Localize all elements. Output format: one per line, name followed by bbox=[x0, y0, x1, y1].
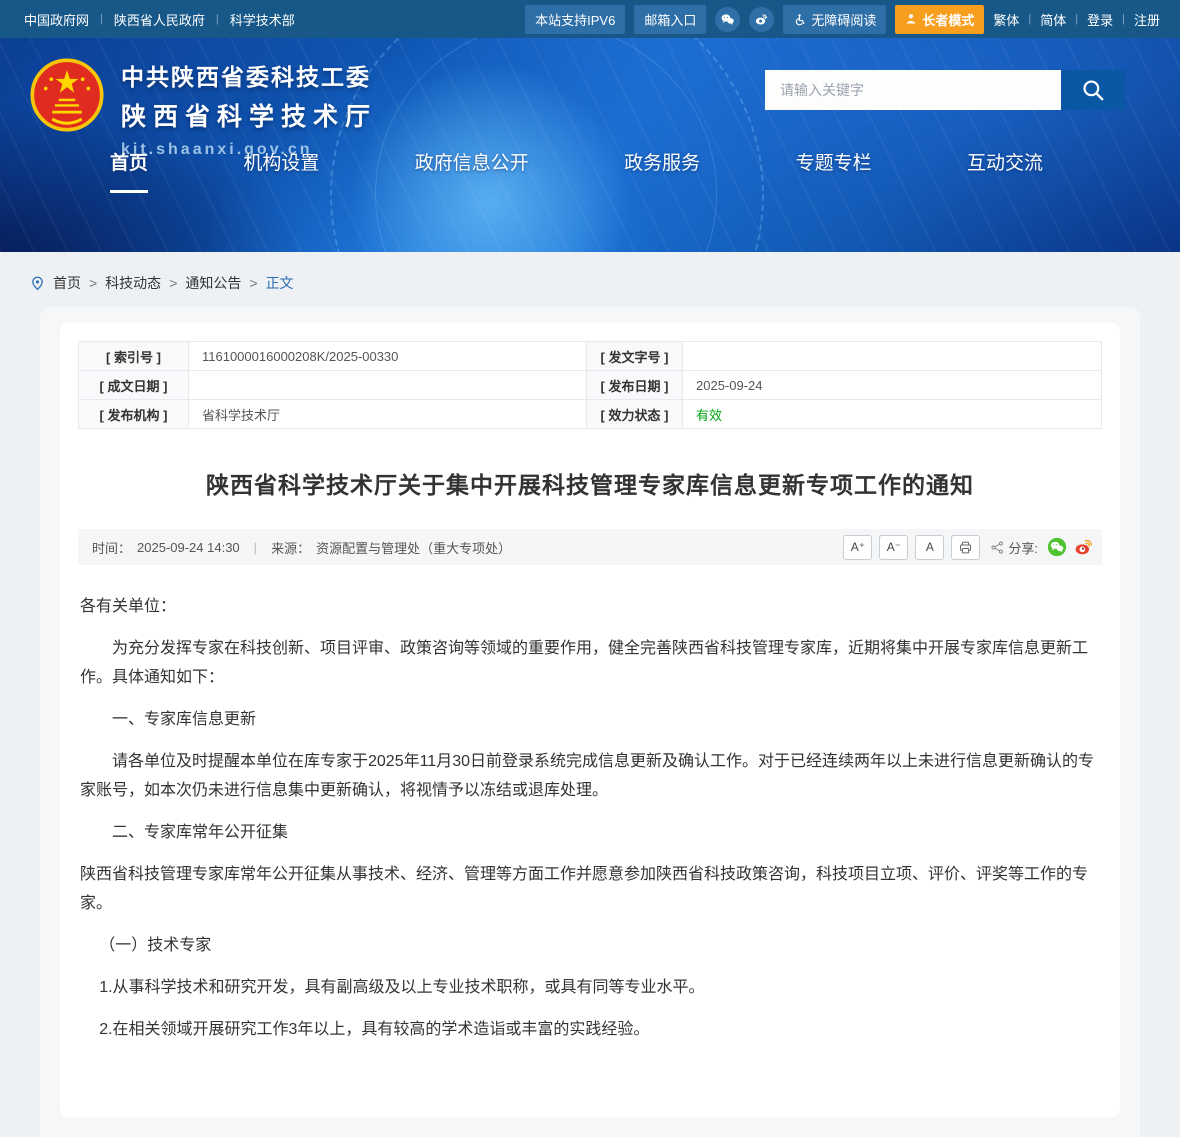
time-label: 时间： bbox=[92, 538, 131, 557]
search-input[interactable] bbox=[765, 70, 1061, 110]
top-utility-bar: 中国政府网 | 陕西省人民政府 | 科学技术部 本站支持IPV6 邮箱入口 无障… bbox=[0, 0, 1180, 38]
doc-field-label: [ 索引号 ] bbox=[79, 342, 189, 371]
doc-field-value-publish-date: 2025-09-24 bbox=[683, 371, 1102, 400]
doc-field-label: [ 发布日期 ] bbox=[587, 371, 683, 400]
topbar-tools: 本站支持IPV6 邮箱入口 无障碍阅读 长者模式 繁体 | 简体 | 登录 | … bbox=[525, 5, 1160, 34]
breadcrumb-separator: > bbox=[89, 275, 97, 291]
doc-info-table: [ 索引号 ] 1161000016000208K/2025-00330 [ 发… bbox=[78, 341, 1102, 429]
site-logo[interactable]: 中共陕西省委科技工委 陕西省科学技术厅 kjt.shaanxi.gov.cn bbox=[30, 58, 377, 159]
national-emblem-icon bbox=[30, 58, 104, 132]
doc-field-label: [ 发布机构 ] bbox=[79, 400, 189, 429]
divider: | bbox=[1075, 13, 1078, 25]
breadcrumb-current: 正文 bbox=[266, 273, 294, 293]
printer-icon bbox=[958, 540, 973, 555]
breadcrumb-notices[interactable]: 通知公告 bbox=[185, 273, 241, 293]
content-card-outer: [ 索引号 ] 1161000016000208K/2025-00330 [ 发… bbox=[40, 307, 1140, 1137]
doc-field-value-index-number: 1161000016000208K/2025-00330 bbox=[189, 342, 587, 371]
doc-field-label: [ 发文字号 ] bbox=[587, 342, 683, 371]
article-meta-info: 时间： 2025-09-24 14:30 | 来源： 资源配置与管理处（重大专项… bbox=[92, 538, 511, 557]
content-card-inner: [ 索引号 ] 1161000016000208K/2025-00330 [ 发… bbox=[60, 323, 1120, 1117]
paragraph: 2.在相关领域开展研究工作3年以上，具有较高的学术造诣或丰富的实践经验。 bbox=[80, 1015, 1100, 1044]
wheelchair-icon bbox=[793, 13, 806, 26]
table-row: [ 发布机构 ] 省科学技术厅 [ 效力状态 ] 有效 bbox=[79, 400, 1102, 429]
breadcrumb-home[interactable]: 首页 bbox=[53, 273, 81, 293]
sub-section-heading: （一）技术专家 bbox=[80, 931, 1100, 960]
share-weibo-icon[interactable] bbox=[1074, 537, 1094, 557]
nav-item-info-disclosure[interactable]: 政府信息公开 bbox=[415, 148, 529, 193]
accessibility-button[interactable]: 无障碍阅读 bbox=[783, 5, 886, 34]
share-label: 分享: bbox=[990, 538, 1038, 557]
breadcrumb-separator: > bbox=[249, 275, 257, 291]
source-value: 资源配置与管理处（重大专项处） bbox=[316, 538, 511, 557]
divider: | bbox=[1122, 13, 1125, 25]
doc-field-value-doc-number bbox=[683, 342, 1102, 371]
search-box bbox=[765, 70, 1125, 110]
nav-item-home[interactable]: 首页 bbox=[110, 148, 148, 193]
paragraph: 各有关单位： bbox=[80, 592, 1100, 621]
source-label: 来源： bbox=[271, 538, 310, 557]
mailbox-button[interactable]: 邮箱入口 bbox=[634, 5, 706, 34]
main-nav: 首页 机构设置 政府信息公开 政务服务 专题专栏 互动交流 bbox=[0, 148, 1180, 193]
lang-simplified[interactable]: 简体 bbox=[1040, 10, 1066, 29]
search-button[interactable] bbox=[1061, 70, 1125, 110]
nav-item-interaction[interactable]: 互动交流 bbox=[967, 148, 1043, 193]
page-title: 陕西省科学技术厅关于集中开展科技管理专家库信息更新专项工作的通知 bbox=[88, 466, 1092, 500]
table-row: [ 索引号 ] 1161000016000208K/2025-00330 [ 发… bbox=[79, 342, 1102, 371]
gov-site-links: 中国政府网 | 陕西省人民政府 | 科学技术部 bbox=[24, 10, 295, 29]
breadcrumb-sci-tech-news[interactable]: 科技动态 bbox=[105, 273, 161, 293]
paragraph: 陕西省科技管理专家库常年公开征集从事技术、经济、管理等方面工作并愿意参加陕西省科… bbox=[80, 860, 1100, 918]
lang-traditional[interactable]: 繁体 bbox=[993, 10, 1019, 29]
location-pin-icon bbox=[30, 276, 45, 291]
divider: | bbox=[100, 13, 103, 25]
article-tools: A⁺ A⁻ A 分享: bbox=[843, 535, 1094, 560]
share-wechat-icon[interactable] bbox=[1047, 537, 1067, 557]
divider: | bbox=[246, 540, 265, 555]
nav-item-services[interactable]: 政务服务 bbox=[624, 148, 700, 193]
ipv6-badge[interactable]: 本站支持IPV6 bbox=[525, 5, 625, 34]
person-icon bbox=[905, 13, 917, 25]
wechat-icon[interactable] bbox=[715, 7, 740, 32]
doc-field-value-publisher: 省科学技术厅 bbox=[189, 400, 587, 429]
doc-field-value-validity-status: 有效 bbox=[683, 400, 1102, 429]
section-heading: 一、专家库信息更新 bbox=[80, 705, 1100, 734]
font-reset-button[interactable]: A bbox=[915, 535, 944, 560]
divider: | bbox=[216, 13, 219, 25]
paragraph: 请各单位及时提醒本单位在库专家于2025年11月30日前登录系统完成信息更新及确… bbox=[80, 747, 1100, 805]
section-heading: 二、专家库常年公开征集 bbox=[80, 818, 1100, 847]
accessibility-label: 无障碍阅读 bbox=[811, 10, 876, 29]
org-line1: 中共陕西省委科技工委 bbox=[121, 58, 377, 92]
elder-mode-label: 长者模式 bbox=[922, 10, 974, 29]
link-china-gov[interactable]: 中国政府网 bbox=[24, 10, 89, 29]
share-nodes-icon bbox=[990, 540, 1005, 555]
font-smaller-button[interactable]: A⁻ bbox=[879, 535, 908, 560]
table-row: [ 成文日期 ] [ 发布日期 ] 2025-09-24 bbox=[79, 371, 1102, 400]
time-value: 2025-09-24 14:30 bbox=[137, 540, 240, 555]
search-icon bbox=[1080, 77, 1106, 103]
link-most[interactable]: 科学技术部 bbox=[230, 10, 295, 29]
print-button[interactable] bbox=[951, 535, 980, 560]
share-text: 分享: bbox=[1008, 538, 1038, 557]
paragraph: 为充分发挥专家在科技创新、项目评审、政策咨询等领域的重要作用，健全完善陕西省科技… bbox=[80, 634, 1100, 692]
doc-field-label: [ 成文日期 ] bbox=[79, 371, 189, 400]
org-title-block: 中共陕西省委科技工委 陕西省科学技术厅 kjt.shaanxi.gov.cn bbox=[121, 58, 377, 159]
breadcrumb-separator: > bbox=[169, 275, 177, 291]
elder-mode-button[interactable]: 长者模式 bbox=[895, 5, 984, 34]
login-link[interactable]: 登录 bbox=[1087, 10, 1113, 29]
org-line2: 陕西省科学技术厅 bbox=[121, 97, 377, 133]
doc-field-label: [ 效力状态 ] bbox=[587, 400, 683, 429]
link-shaanxi-gov[interactable]: 陕西省人民政府 bbox=[114, 10, 205, 29]
divider: | bbox=[1028, 13, 1031, 25]
article-meta-bar: 时间： 2025-09-24 14:30 | 来源： 资源配置与管理处（重大专项… bbox=[78, 529, 1102, 565]
register-link[interactable]: 注册 bbox=[1134, 10, 1160, 29]
paragraph: 1.从事科学技术和研究开发，具有副高级及以上专业技术职称，或具有同等专业水平。 bbox=[80, 973, 1100, 1002]
font-larger-button[interactable]: A⁺ bbox=[843, 535, 872, 560]
nav-item-special-topics[interactable]: 专题专栏 bbox=[796, 148, 872, 193]
breadcrumb: 首页 > 科技动态 > 通知公告 > 正文 bbox=[0, 252, 1180, 307]
doc-field-value-written-date bbox=[189, 371, 587, 400]
nav-item-organization[interactable]: 机构设置 bbox=[243, 148, 319, 193]
site-banner: 中共陕西省委科技工委 陕西省科学技术厅 kjt.shaanxi.gov.cn 首… bbox=[0, 38, 1180, 252]
article-body: 各有关单位： 为充分发挥专家在科技创新、项目评审、政策咨询等领域的重要作用，健全… bbox=[78, 565, 1102, 1044]
weibo-icon[interactable] bbox=[749, 7, 774, 32]
